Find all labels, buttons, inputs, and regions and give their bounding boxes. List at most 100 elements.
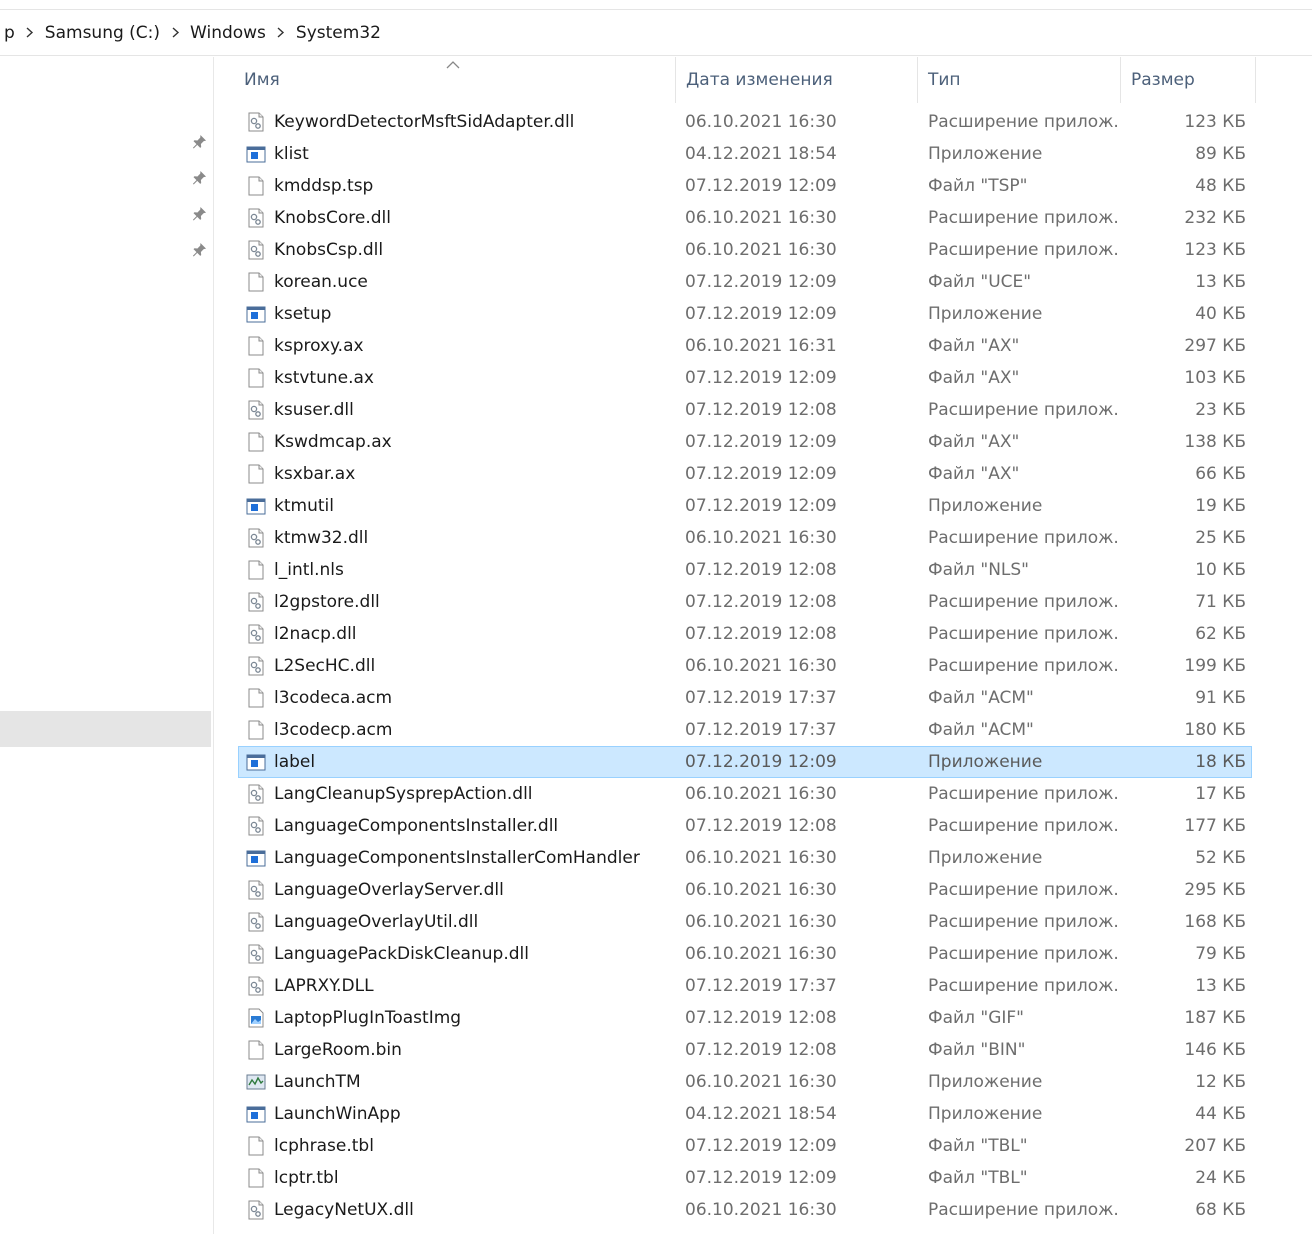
file-row[interactable]: LanguageComponentsInstaller.dll 07.12.201… [238, 810, 1252, 842]
file-date: 07.12.2019 12:08 [685, 592, 837, 612]
file-row[interactable]: klist 04.12.2021 18:54 Приложение 89 КБ [238, 138, 1252, 170]
file-date: 07.12.2019 12:08 [685, 1040, 837, 1060]
file-date: 06.10.2021 16:30 [685, 208, 837, 228]
file-row[interactable]: KeywordDetectorMsftSidAdapter.dll 06.10.2… [238, 106, 1252, 138]
file-type: Файл "AX" [928, 368, 1020, 388]
file-size: 52 КБ [1195, 848, 1246, 868]
file-name: L2SecHC.dll [274, 656, 376, 676]
file-row[interactable]: label 07.12.2019 12:09 Приложение 18 КБ [238, 746, 1252, 778]
file-name: klist [274, 144, 309, 164]
app-icon [246, 144, 266, 164]
file-date: 06.10.2021 16:30 [685, 240, 837, 260]
file-name: l2gpstore.dll [274, 592, 380, 612]
file-date: 07.12.2019 12:09 [685, 752, 837, 772]
file-row[interactable]: lcphrase.tbl 07.12.2019 12:09 Файл "TBL" 20… [238, 1130, 1252, 1162]
file-row[interactable]: LanguagePackDiskCleanup.dll 06.10.2021 16… [238, 938, 1252, 970]
file-date: 07.12.2019 17:37 [685, 720, 837, 740]
breadcrumb-item-drive[interactable]: Samsung (C:) [41, 18, 164, 48]
file-type: Файл "TBL" [928, 1136, 1028, 1156]
file-row[interactable]: kmddsp.tsp 07.12.2019 12:09 Файл "TSP" 48 К… [238, 170, 1252, 202]
file-row[interactable]: LaptopPlugInToastImg 07.12.2019 12:08 Файл… [238, 1002, 1252, 1034]
file-name: LanguageOverlayUtil.dll [274, 912, 479, 932]
pin-icon[interactable] [190, 168, 208, 186]
breadcrumb-item-windows[interactable]: Windows [186, 18, 270, 48]
file-row[interactable]: LAPRXY.DLL 07.12.2019 17:37 Расширение при… [238, 970, 1252, 1002]
image-icon [246, 1008, 266, 1028]
file-row[interactable]: LaunchTM 06.10.2021 16:30 Приложение 12 КБ [238, 1066, 1252, 1098]
file-row[interactable]: ktmutil 07.12.2019 12:09 Приложение 19 КБ [238, 490, 1252, 522]
file-size: 207 КБ [1184, 1136, 1246, 1156]
file-row[interactable]: LaunchWinApp 04.12.2021 18:54 Приложение 44… [238, 1098, 1252, 1130]
file-type: Приложение [928, 144, 1043, 164]
file-row[interactable]: LanguageOverlayUtil.dll 06.10.2021 16:30 Р… [238, 906, 1252, 938]
column-name[interactable]: Имя [234, 57, 676, 103]
chevron-right-icon[interactable] [270, 18, 292, 48]
pin-icon[interactable] [190, 132, 208, 150]
file-row[interactable]: ksetup 07.12.2019 12:09 Приложение 40 КБ [238, 298, 1252, 330]
file-name: l_intl.nls [274, 560, 344, 580]
file-type: Файл "NLS" [928, 560, 1029, 580]
file-row[interactable]: l2nacp.dll 07.12.2019 12:08 Расширение при… [238, 618, 1252, 650]
file-date: 06.10.2021 16:31 [685, 336, 837, 356]
file-row[interactable]: l_intl.nls 07.12.2019 12:08 Файл "NLS" 10 К… [238, 554, 1252, 586]
file-date: 07.12.2019 12:08 [685, 560, 837, 580]
file-row[interactable]: L2SecHC.dll 06.10.2021 16:30 Расширение пр… [238, 650, 1252, 682]
file-row[interactable]: LargeRoom.bin 07.12.2019 12:08 Файл "BIN" 1… [238, 1034, 1252, 1066]
column-header: Имя Дата изменения Тип Размер [214, 57, 1312, 107]
chevron-right-icon[interactable] [19, 18, 41, 48]
nav-item-selected[interactable] [0, 711, 211, 747]
file-row[interactable]: kstvtune.ax 07.12.2019 12:09 Файл "AX" 103 … [238, 362, 1252, 394]
file-row[interactable]: l3codeca.acm 07.12.2019 17:37 Файл "ACM" 91… [238, 682, 1252, 714]
file-row[interactable]: LanguageComponentsInstallerComHandler 06.… [238, 842, 1252, 874]
column-date[interactable]: Дата изменения [676, 57, 918, 103]
file-row[interactable]: ksproxy.ax 06.10.2021 16:31 Файл "AX" 297 К… [238, 330, 1252, 362]
window-top-edge [0, 0, 1312, 10]
file-date: 07.12.2019 12:09 [685, 1136, 837, 1156]
file-row[interactable]: l2gpstore.dll 07.12.2019 12:08 Расширение … [238, 586, 1252, 618]
file-row[interactable]: ktmw32.dll 06.10.2021 16:30 Расширение при… [238, 522, 1252, 554]
file-date: 07.12.2019 12:09 [685, 176, 837, 196]
pin-icon[interactable] [190, 240, 208, 258]
column-size[interactable]: Размер [1121, 57, 1256, 103]
file-size: 123 КБ [1184, 112, 1246, 132]
file-row[interactable]: ksxbar.ax 07.12.2019 12:09 Файл "AX" 66 КБ [238, 458, 1252, 490]
file-icon [246, 1168, 266, 1188]
file-row[interactable]: LegacyNetUX.dll 06.10.2021 16:30 Расширени… [238, 1194, 1252, 1226]
file-row[interactable]: KnobsCore.dll 06.10.2021 16:30 Расширение … [238, 202, 1252, 234]
breadcrumb-item-parent[interactable]: p [0, 18, 19, 48]
address-bar[interactable]: p Samsung (C:) Windows System32 [0, 10, 1312, 56]
file-name: Kswdmcap.ax [274, 432, 392, 452]
file-icon [246, 720, 266, 740]
file-name: kmddsp.tsp [274, 176, 374, 196]
file-date: 06.10.2021 16:30 [685, 880, 837, 900]
file-icon [246, 432, 266, 452]
file-size: 18 КБ [1195, 752, 1246, 772]
dll-icon [246, 208, 266, 228]
file-name: KnobsCsp.dll [274, 240, 384, 260]
file-date: 06.10.2021 16:30 [685, 656, 837, 676]
file-type: Расширение прилож... [928, 240, 1118, 260]
file-size: 12 КБ [1195, 1072, 1246, 1092]
breadcrumb-item-system32[interactable]: System32 [292, 18, 385, 48]
file-row[interactable]: ksuser.dll 07.12.2019 12:08 Расширение при… [238, 394, 1252, 426]
file-row[interactable]: korean.uce 07.12.2019 12:09 Файл "UCE" 13 К… [238, 266, 1252, 298]
file-row[interactable]: LangCleanupSysprepAction.dll 06.10.2021 1… [238, 778, 1252, 810]
file-list: KeywordDetectorMsftSidAdapter.dll 06.10.2… [238, 106, 1252, 1226]
file-type: Приложение [928, 1104, 1043, 1124]
file-date: 07.12.2019 12:09 [685, 1168, 837, 1188]
file-type: Приложение [928, 496, 1043, 516]
file-date: 07.12.2019 12:08 [685, 1008, 837, 1028]
file-icon [246, 688, 266, 708]
file-row[interactable]: lcptr.tbl 07.12.2019 12:09 Файл "TBL" 24 КБ [238, 1162, 1252, 1194]
file-row[interactable]: l3codecp.acm 07.12.2019 17:37 Файл "ACM" 18… [238, 714, 1252, 746]
file-date: 07.12.2019 17:37 [685, 688, 837, 708]
chevron-right-icon[interactable] [164, 18, 186, 48]
file-type: Расширение прилож... [928, 208, 1118, 228]
file-row[interactable]: Kswdmcap.ax 07.12.2019 12:09 Файл "AX" 138 … [238, 426, 1252, 458]
dll-icon [246, 880, 266, 900]
pin-icon[interactable] [190, 204, 208, 222]
file-row[interactable]: KnobsCsp.dll 06.10.2021 16:30 Расширение п… [238, 234, 1252, 266]
file-row[interactable]: LanguageOverlayServer.dll 06.10.2021 16:3… [238, 874, 1252, 906]
dll-icon [246, 400, 266, 420]
column-type[interactable]: Тип [918, 57, 1121, 103]
